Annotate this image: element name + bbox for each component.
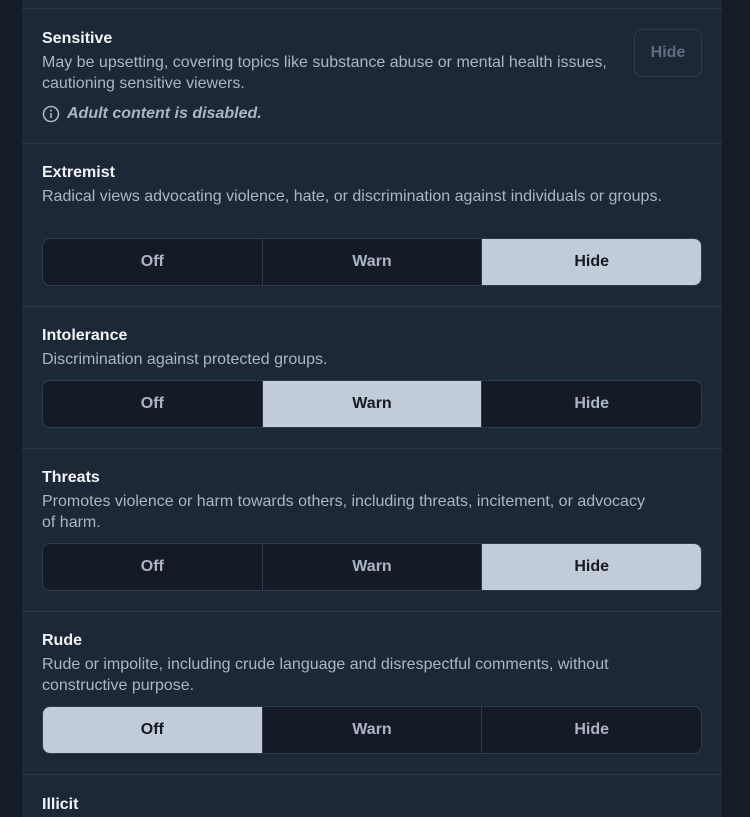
filter-segmented-control: Off Warn Hide (42, 380, 702, 428)
section-intolerance: Intolerance Discrimination against prote… (22, 306, 722, 449)
option-hide[interactable]: Hide (482, 544, 701, 590)
option-warn[interactable]: Warn (263, 239, 483, 285)
section-description: Radical views advocating violence, hate,… (42, 188, 662, 205)
moderation-settings-panel: Sensitive May be upsetting, covering top… (22, 0, 722, 817)
filter-segmented-control: Off Warn Hide (42, 543, 702, 591)
section-title: Sensitive (42, 30, 113, 47)
adult-content-note: Adult content is disabled. (42, 104, 262, 124)
option-hide[interactable]: Hide (482, 381, 701, 427)
option-off[interactable]: Off (43, 239, 263, 285)
section-title: Illicit (42, 796, 79, 813)
section-title: Extremist (42, 164, 115, 181)
section-description: May be upsetting, covering topics like s… (42, 54, 607, 92)
option-off[interactable]: Off (43, 544, 263, 590)
section-title: Rude (42, 632, 82, 649)
option-off[interactable]: Off (43, 707, 263, 753)
section-rude: Rude Rude or impolite, including crude l… (22, 611, 722, 775)
section-description: Promotes violence or harm towards others… (42, 493, 645, 531)
section-title: Threats (42, 469, 100, 486)
option-off[interactable]: Off (43, 381, 263, 427)
hide-button-disabled: Hide (634, 29, 702, 77)
section-title: Intolerance (42, 327, 128, 344)
section-description: Discrimination against protected groups. (42, 351, 328, 368)
option-warn[interactable]: Warn (263, 707, 483, 753)
note-text: Adult content is disabled. (67, 105, 262, 122)
option-warn[interactable]: Warn (262, 381, 483, 427)
filter-segmented-control: Off Warn Hide (42, 238, 702, 286)
option-hide[interactable]: Hide (482, 707, 701, 753)
section-illicit: Illicit (22, 774, 722, 817)
section-description: Rude or impolite, including crude langua… (42, 656, 609, 694)
section-extremist: Extremist Radical views advocating viole… (22, 143, 722, 307)
info-icon (42, 105, 60, 123)
section-sensitive: Sensitive May be upsetting, covering top… (22, 8, 722, 144)
option-warn[interactable]: Warn (263, 544, 483, 590)
option-hide[interactable]: Hide (482, 239, 701, 285)
section-threats: Threats Promotes violence or harm toward… (22, 448, 722, 612)
filter-segmented-control: Off Warn Hide (42, 706, 702, 754)
